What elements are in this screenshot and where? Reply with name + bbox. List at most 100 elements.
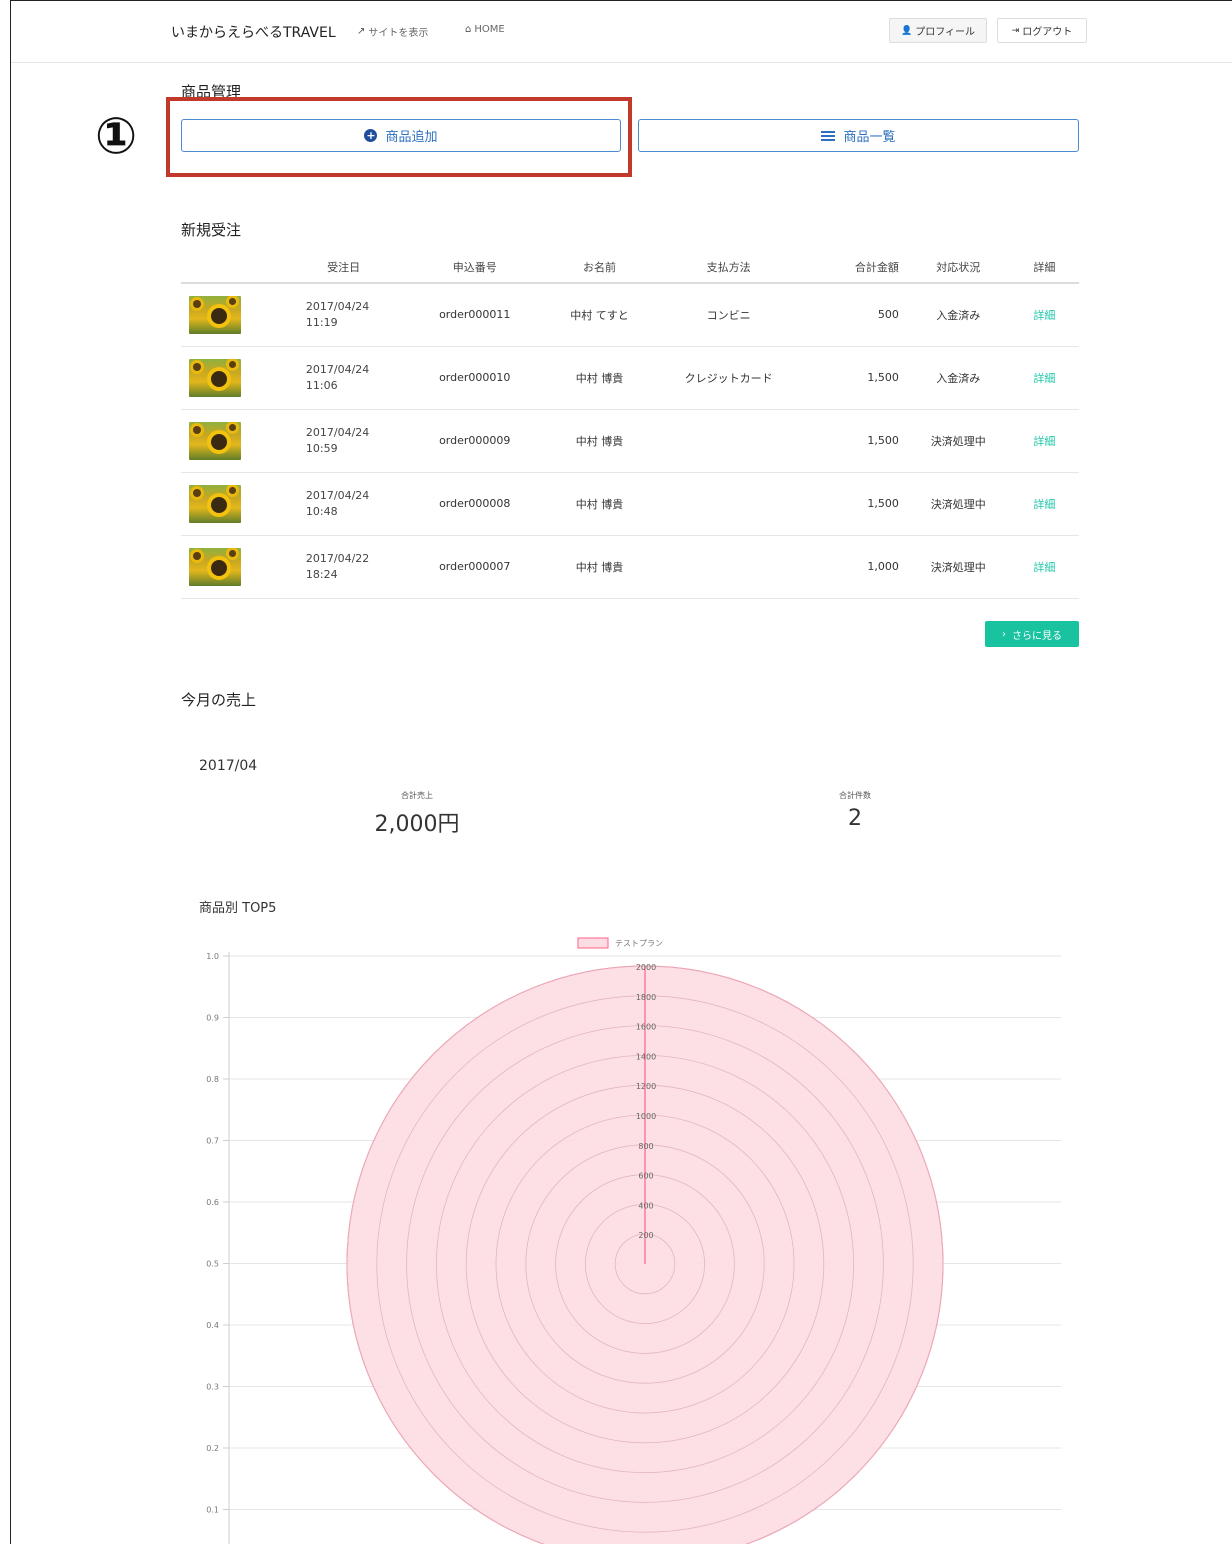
row-thumb-cell [181, 409, 286, 473]
radial-ring [406, 1025, 884, 1503]
product-thumbnail [189, 547, 241, 586]
view-site-link[interactable]: ↗ サイトを表示 [357, 24, 428, 39]
radial-ring [555, 1174, 735, 1354]
col-order-date: 受注日 [285, 251, 402, 284]
product-thumbnail [189, 358, 241, 397]
y-tick-label: 0.9 [206, 1014, 219, 1023]
radial-ring [614, 1233, 676, 1295]
y-tick-label: 0.3 [206, 1383, 219, 1392]
table-row: 2017/04/24 10:48 order000008 中村 博貴 1,500 … [181, 472, 1079, 536]
product-list-button[interactable]: 商品一覧 [638, 119, 1079, 152]
order-no-cell: order000009 [401, 409, 549, 473]
order-time: 11:19 [305, 315, 338, 329]
row-thumb-cell [181, 346, 286, 410]
total-cell: 500 [806, 283, 907, 347]
profile-button[interactable]: 👤 プロフィール [889, 18, 987, 43]
radial-ring [465, 1084, 825, 1444]
table-row: 2017/04/24 10:59 order000009 中村 博貴 1,500 … [181, 409, 1079, 473]
total-cell: 1,500 [806, 409, 907, 473]
order-date-cell: 2017/04/24 10:59 [285, 409, 402, 473]
payment-cell [650, 535, 807, 599]
order-date-cell: 2017/04/24 11:19 [285, 283, 402, 347]
col-payment: 支払方法 [650, 251, 807, 284]
payment-cell [650, 472, 807, 536]
customer-name-cell: 中村 博貴 [548, 535, 651, 599]
radial-tick-label: 400 [638, 1201, 653, 1210]
top-navbar: いまからえらべるTRAVEL ↗ サイトを表示 ⌂ HOME 👤 プロフィール … [11, 1, 1232, 63]
annotation-step-marker: ① [94, 107, 138, 165]
radial-tick-label: 800 [638, 1142, 653, 1151]
row-thumb-cell [181, 283, 286, 347]
payment-cell [650, 409, 807, 473]
order-time: 18:24 [305, 567, 338, 581]
sign-out-icon: ⇥ [1011, 25, 1020, 36]
status-cell: 入金済み [906, 346, 1010, 410]
user-icon: 👤 [900, 25, 913, 36]
radial-ring [495, 1114, 795, 1414]
radial-ring [525, 1144, 765, 1384]
radial-tick-label: 2000 [636, 963, 656, 972]
detail-link[interactable]: 詳細 [1009, 346, 1079, 410]
see-more-button[interactable]: › さらに見る [985, 621, 1079, 647]
col-order-no: 申込番号 [401, 251, 549, 284]
radial-ring [435, 1055, 855, 1474]
total-sales-value: 2,000円 [374, 812, 460, 837]
order-no-cell: order000011 [401, 283, 549, 347]
detail-link[interactable]: 詳細 [1009, 472, 1079, 536]
y-tick-label: 0.4 [206, 1321, 219, 1330]
order-date: 2017/04/22 [305, 551, 370, 565]
radial-ring [346, 965, 944, 1544]
radial-tick-label: 600 [638, 1172, 653, 1181]
list-icon [821, 130, 836, 141]
customer-name-cell: 中村 博貴 [548, 409, 651, 473]
order-date-cell: 2017/04/22 18:24 [285, 535, 402, 599]
table-row: 2017/04/22 18:24 order000007 中村 博貴 1,000 … [181, 535, 1079, 599]
row-thumb-cell [181, 535, 286, 599]
y-tick-label: 0.6 [206, 1198, 219, 1207]
total-cell: 1,000 [806, 535, 907, 599]
new-orders-title: 新規受注 [181, 221, 242, 239]
order-no-cell: order000007 [401, 535, 549, 599]
profile-label: プロフィール [915, 27, 976, 38]
home-link[interactable]: ⌂ HOME [465, 24, 505, 35]
order-time: 10:48 [305, 504, 338, 518]
customer-name-cell: 中村 博貴 [548, 346, 651, 410]
order-no-cell: order000008 [401, 472, 549, 536]
y-tick-label: 0.8 [206, 1075, 219, 1084]
total-cell: 1,500 [806, 472, 907, 536]
order-time: 11:06 [305, 378, 338, 392]
col-detail: 詳細 [1009, 251, 1079, 284]
detail-link[interactable]: 詳細 [1009, 409, 1079, 473]
total-count-value: 2 [848, 806, 862, 831]
detail-link[interactable]: 詳細 [1009, 535, 1079, 599]
radial-tick-label: 1800 [636, 993, 656, 1002]
top5-chart-title: 商品別 TOP5 [199, 901, 277, 916]
table-row: 2017/04/24 11:19 order000011 中村 てすと コンビニ … [181, 283, 1079, 347]
order-time: 10:59 [305, 441, 338, 455]
legend-swatch [577, 937, 609, 949]
radial-ring [585, 1204, 706, 1325]
external-link-icon: ↗ [357, 26, 366, 37]
payment-cell: クレジットカード [650, 346, 807, 410]
y-tick-label: 0.2 [206, 1444, 219, 1453]
chevron-right-icon: › [1002, 628, 1006, 640]
y-tick-label: 0.5 [206, 1260, 219, 1269]
total-cell: 1,500 [806, 346, 907, 410]
radial-ring [376, 995, 914, 1533]
logout-label: ログアウト [1022, 27, 1073, 38]
status-cell: 決済処理中 [906, 472, 1010, 536]
customer-name-cell: 中村 博貴 [548, 472, 651, 536]
col-name: お名前 [548, 251, 651, 284]
total-count-label: 合計件数 [839, 791, 871, 800]
order-date-cell: 2017/04/24 11:06 [285, 346, 402, 410]
logout-button[interactable]: ⇥ ログアウト [997, 18, 1087, 43]
detail-link[interactable]: 詳細 [1009, 283, 1079, 347]
home-label: HOME [474, 24, 505, 35]
status-cell: 入金済み [906, 283, 1010, 347]
customer-name-cell: 中村 てすと [548, 283, 651, 347]
col-status: 対応状況 [906, 251, 1010, 284]
order-date-cell: 2017/04/24 10:48 [285, 472, 402, 536]
product-thumbnail [189, 421, 241, 460]
brand-link[interactable]: いまからえらべるTRAVEL [171, 22, 336, 42]
radial-tick-label: 1000 [636, 1112, 656, 1121]
